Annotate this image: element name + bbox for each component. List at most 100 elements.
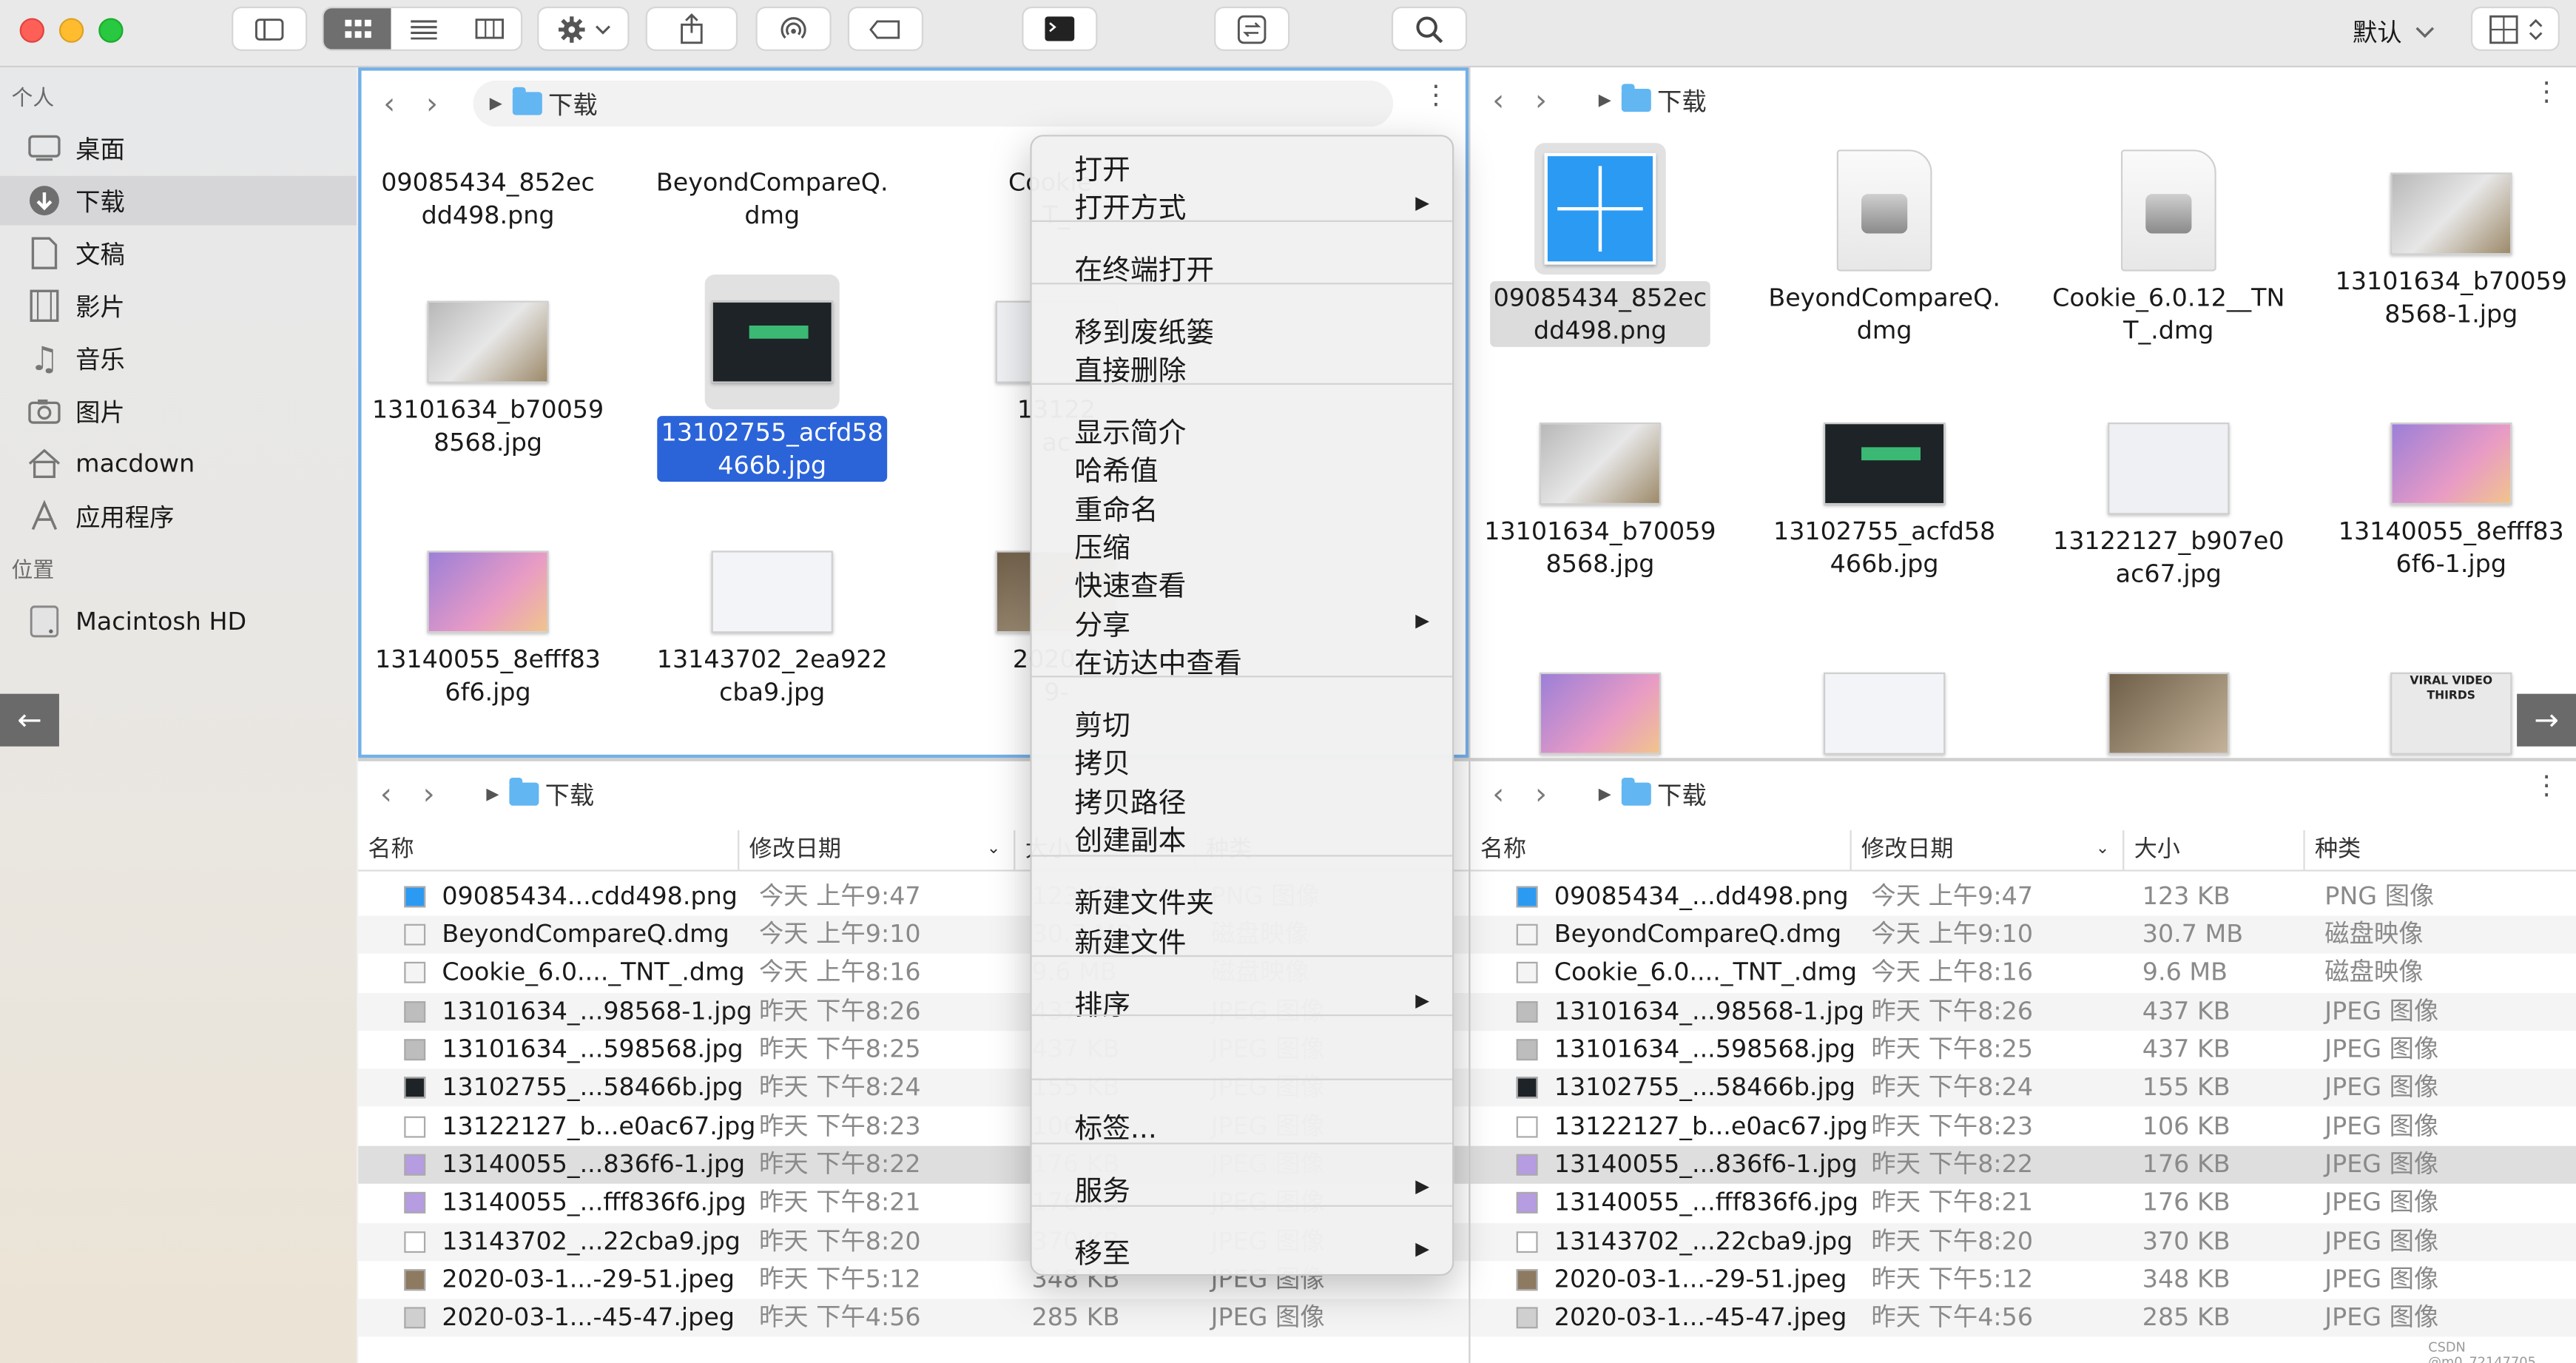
table-row[interactable]: 2020-03-1...-45-47.jpeg 昨天 下午4:56 285 KB JP…: [358, 1299, 1469, 1337]
file-item[interactable]: 13140055_8efff83 6f6-1.jpg: [2312, 423, 2576, 580]
back-arrow-icon[interactable]: ‹: [1477, 777, 1520, 812]
menu-item[interactable]: 服务: [1074, 1168, 1130, 1208]
table-row[interactable]: 13143702_...22cba9.jpg 昨天 下午8:20 370 KB JPE…: [1470, 1223, 2576, 1262]
table-row[interactable]: 13102755_...58466b.jpg 昨天 下午8:24 155 KB JPE…: [1470, 1068, 2576, 1107]
menu-item[interactable]: 剪切: [1074, 702, 1130, 743]
menu-item[interactable]: 新建文件: [1074, 919, 1186, 960]
sidebar-item-applications[interactable]: 应用程序: [0, 491, 357, 541]
file-item[interactable]: 13140055_8efff83 6f6.jpg: [362, 551, 628, 708]
file-item[interactable]: 13101634_b70059 8568-1.jpg: [2312, 172, 2576, 330]
menu-item[interactable]: 哈希值: [1074, 447, 1158, 488]
file-item[interactable]: Cookie_6.0.12__TN T_.dmg: [2029, 149, 2309, 347]
forward-arrow-icon[interactable]: ›: [1520, 83, 1562, 118]
file-item[interactable]: BeyondCompareQ. dmg: [1744, 149, 2024, 347]
sidebar-item-downloads[interactable]: 下载: [0, 175, 357, 226]
terminal-button[interactable]: [1022, 6, 1098, 51]
back-arrow-icon[interactable]: ‹: [368, 87, 411, 121]
layout-dropdown[interactable]: [2470, 6, 2560, 51]
file-item[interactable]: [2029, 672, 2309, 758]
column-view-button[interactable]: [455, 8, 521, 50]
menu-item[interactable]: 在终端打开: [1074, 246, 1214, 287]
menu-item[interactable]: 拷贝: [1074, 740, 1130, 781]
menu-item[interactable]: 移至: [1074, 1230, 1130, 1271]
table-row[interactable]: 13101634_...98568-1.jpg昨天 下午8:26 437 KB JP…: [1470, 993, 2576, 1031]
tags-button[interactable]: [847, 6, 924, 51]
view-preset-dropdown[interactable]: 默认: [2353, 15, 2435, 50]
column-header-date[interactable]: 修改日期 ⌄: [1852, 830, 2125, 870]
menu-item[interactable]: 显示简介: [1074, 409, 1186, 450]
table-row[interactable]: 13101634_...598568.jpg 昨天 下午8:25 437 KB JPE…: [1471, 1031, 2576, 1068]
file-item[interactable]: 13101634_b70059 8568.jpg: [1471, 423, 1740, 580]
menu-item[interactable]: 打开: [1074, 147, 1130, 187]
file-item-selected[interactable]: 13102755_acfd58 466b.jpg: [633, 275, 912, 482]
sidebar-item-movies[interactable]: 影片: [0, 281, 357, 331]
sidebar-item-macintosh-hd[interactable]: Macintosh HD: [0, 597, 357, 647]
menu-item[interactable]: 直接删除: [1074, 347, 1186, 388]
close-window-button[interactable]: [19, 18, 44, 43]
collapse-left-button[interactable]: ←: [0, 693, 59, 747]
table-row[interactable]: BeyondCompareQ.dmg 今天 上午9:10 30.7 MB 磁盘映像: [1470, 915, 2576, 954]
menu-item[interactable]: 排序: [1074, 981, 1130, 1023]
file-item[interactable]: 13122127_b907e0 ac67.jpg: [2029, 423, 2309, 590]
pane-divider[interactable]: [1469, 67, 1471, 1363]
path-field[interactable]: ▶ 下载: [473, 80, 1394, 127]
forward-arrow-icon[interactable]: ›: [1520, 777, 1562, 812]
forward-arrow-icon[interactable]: ›: [411, 87, 454, 121]
menu-item[interactable]: 重命名: [1074, 487, 1158, 528]
more-icon[interactable]: ⋮: [2533, 78, 2560, 105]
collapse-right-button[interactable]: →: [2517, 693, 2576, 747]
more-icon[interactable]: ⋮: [1423, 81, 1449, 108]
column-header-name[interactable]: 名称: [358, 830, 740, 870]
more-icon[interactable]: ⋮: [2533, 772, 2560, 798]
menu-item[interactable]: 打开方式: [1074, 184, 1186, 225]
menu-item[interactable]: 新建文件夹: [1074, 880, 1214, 921]
list-view-button[interactable]: [389, 8, 456, 50]
forward-arrow-icon[interactable]: ›: [408, 777, 451, 812]
airdrop-button[interactable]: [755, 6, 832, 51]
sidebar-item-pictures[interactable]: 图片: [0, 386, 357, 436]
swap-panes-button[interactable]: [1214, 6, 1290, 51]
zoom-window-button[interactable]: [98, 18, 124, 43]
sidebar-item-desktop[interactable]: 桌面: [0, 124, 357, 173]
column-header-name[interactable]: 名称: [1471, 830, 1852, 870]
table-row[interactable]: 13122127_b...e0ac67.jpg昨天 下午8:23 106 KB JP…: [1471, 1108, 2576, 1146]
minimize-window-button[interactable]: [58, 18, 84, 43]
file-item[interactable]: 13102755_acfd58 466b.jpg: [1744, 423, 2024, 580]
file-item[interactable]: [1471, 672, 1740, 758]
table-row[interactable]: 2020-03-1...-45-47.jpeg 昨天 下午4:56 285 KB JP…: [1470, 1299, 2576, 1337]
back-arrow-icon[interactable]: ‹: [365, 777, 408, 812]
action-menu-button[interactable]: [537, 6, 630, 51]
sidebar-item-music[interactable]: ♫ 音乐: [0, 334, 357, 383]
sidebar-item-documents[interactable]: 文稿: [0, 229, 357, 278]
column-header-size[interactable]: 大小: [2124, 830, 2305, 870]
toggle-sidebar-button[interactable]: [232, 6, 308, 51]
column-header-date[interactable]: 修改日期 ⌄: [739, 830, 1016, 870]
pane-divider[interactable]: [358, 758, 2576, 761]
sidebar-item-home[interactable]: macdown: [0, 439, 357, 488]
menu-item[interactable]: 创建副本: [1074, 817, 1186, 858]
file-item[interactable]: BeyondCompareQ. dmg: [633, 153, 912, 232]
file-item[interactable]: 13143702_2ea922 cba9.jpg: [633, 551, 912, 708]
view-mode-segmented[interactable]: [322, 6, 523, 51]
column-header-kind[interactable]: 种类: [2305, 830, 2576, 869]
file-item[interactable]: 13101634_b70059 8568.jpg: [362, 300, 628, 459]
menu-item[interactable]: 标签...: [1074, 1105, 1157, 1145]
table-row[interactable]: 13140055_...fff836f6.jpg 昨天 下午8:21 176 KB J…: [1471, 1184, 2576, 1222]
table-row[interactable]: 2020-03-1...-29-51.jpeg 昨天 下午5:12 348 KB JP…: [1471, 1261, 2576, 1299]
file-item-selected[interactable]: 09085434_852ec dd498.png: [1471, 143, 1740, 347]
table-row[interactable]: 13140055_...836f6-1.jpg 昨天 下午8:22 176 KB JP…: [1470, 1145, 2576, 1184]
menu-item[interactable]: 移到废纸篓: [1074, 309, 1214, 350]
table-row[interactable]: 09085434_...dd498.png 今天 上午9:47 123 KB PNG …: [1471, 878, 2576, 915]
menu-item[interactable]: 压缩: [1074, 525, 1130, 565]
menu-item[interactable]: 在访达中查看: [1074, 639, 1242, 680]
back-arrow-icon[interactable]: ‹: [1477, 83, 1520, 118]
icon-view-button[interactable]: [323, 8, 391, 50]
share-button[interactable]: [645, 6, 738, 51]
menu-item[interactable]: 分享: [1074, 602, 1130, 642]
search-button[interactable]: [1391, 6, 1468, 51]
file-item[interactable]: [1744, 672, 2024, 758]
table-row[interactable]: Cookie_6.0...._TNT_.dmg 今天 上午8:16 9.6 MB 磁盘…: [1471, 954, 2576, 992]
menu-item[interactable]: 拷贝路径: [1074, 779, 1186, 820]
menu-item[interactable]: 快速查看: [1074, 562, 1186, 603]
file-item[interactable]: 09085434_852ec dd498.png: [362, 153, 628, 232]
